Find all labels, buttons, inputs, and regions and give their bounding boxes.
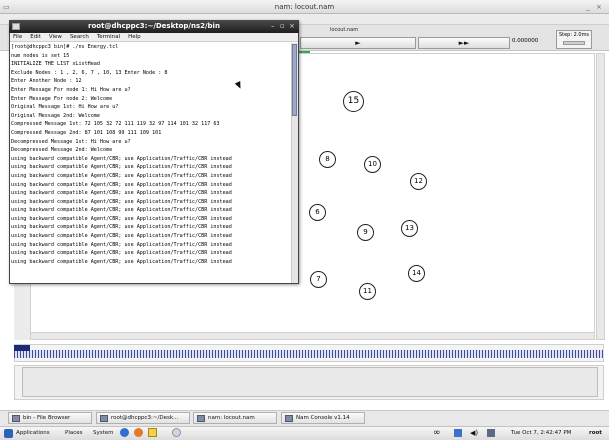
taskbar-item-nam[interactable]: nam: locout.nam xyxy=(193,412,277,424)
network-node[interactable]: 10 xyxy=(364,156,381,173)
terminal-line: Enter Message For node 2: Welcome xyxy=(11,95,113,102)
browser-icon[interactable] xyxy=(120,428,129,437)
taskbar-item-terminal[interactable]: root@dhcppc3:~/Desk... xyxy=(96,412,190,424)
terminal-scroll-thumb[interactable] xyxy=(292,44,297,116)
terminal-line: Exclude Nodes : 1 , 2, 6, 7 , 10, 13 Ent… xyxy=(11,69,168,76)
step-label: Step: 2.0ms xyxy=(558,32,590,38)
network-node[interactable]: 6 xyxy=(309,204,326,221)
annotation-list[interactable] xyxy=(22,367,598,397)
window-icon xyxy=(197,415,205,422)
terminal-line: Original Message 1st: Hi How are u? xyxy=(11,104,119,111)
display-icon[interactable] xyxy=(454,429,462,437)
terminal-line: using backward compatible Agent/CBR; use… xyxy=(11,250,232,257)
terminal-line: using backward compatible Agent/CBR; use… xyxy=(11,164,232,171)
menu-edit[interactable]: Edit xyxy=(30,34,41,40)
network-node[interactable]: 15 xyxy=(343,91,364,112)
step-slider[interactable] xyxy=(563,41,585,45)
canvas-horizontal-scrollbar[interactable] xyxy=(30,332,595,340)
terminal-line: using backward compatible Agent/CBR; use… xyxy=(11,233,232,240)
window-icon xyxy=(285,415,293,422)
terminal-line: using backward compatible Agent/CBR; use… xyxy=(11,172,232,179)
nam-file-label: locout.nam xyxy=(330,27,359,33)
terminal-line: using backward compatible Agent/CBR; use… xyxy=(11,198,232,205)
system-menu[interactable]: System xyxy=(93,426,114,440)
terminal-line: using backward compatible Agent/CBR; use… xyxy=(11,190,232,197)
terminal-line: Original Message 2nd: Welcome xyxy=(11,112,100,119)
terminal-line: using backward compatible Agent/CBR; use… xyxy=(11,215,232,222)
notes-icon[interactable] xyxy=(148,428,157,437)
network-node[interactable]: 14 xyxy=(408,265,425,282)
menu-search[interactable]: Search xyxy=(70,34,89,40)
terminal-line: INITIALIZE THE LIST xListHead xyxy=(11,61,100,68)
help-icon[interactable] xyxy=(172,428,181,437)
user-menu[interactable]: root xyxy=(589,426,602,440)
menu-terminal[interactable]: Terminal xyxy=(97,34,120,40)
terminal-line: Decompressed Message 1st: Hi How are u? xyxy=(11,138,131,145)
terminal-titlebar[interactable]: root@dhcppc3:~/Desktop/ns2/bin – ▫ × xyxy=(9,20,299,33)
menu-file[interactable]: File xyxy=(13,34,22,40)
updates-icon[interactable] xyxy=(487,429,495,437)
terminal-icon xyxy=(100,415,108,422)
terminal-line: using backward compatible Agent/CBR; use… xyxy=(11,258,232,265)
network-node[interactable]: 8 xyxy=(319,151,336,168)
minimize-icon[interactable]: _ xyxy=(586,0,590,14)
terminal-menubar: File Edit View Search Terminal Help xyxy=(10,33,298,42)
terminal-title: root@dhcppc3:~/Desktop/ns2/bin xyxy=(88,22,220,30)
applications-menu[interactable]: Applications xyxy=(16,426,50,440)
timeline-marker[interactable] xyxy=(14,345,30,351)
canvas-vertical-scrollbar[interactable] xyxy=(596,53,605,340)
network-icon[interactable]: ∞ xyxy=(433,426,441,440)
terminal-line: [root@dhcppc3 bin]# ./ns Energy.tcl xyxy=(11,44,119,50)
terminal-line: using backward compatible Agent/CBR; use… xyxy=(11,241,232,248)
folder-icon xyxy=(12,415,20,422)
terminal-line: using backward compatible Agent/CBR; use… xyxy=(11,181,232,188)
window-menu-icon[interactable]: ▭ xyxy=(3,0,10,14)
menu-view[interactable]: View xyxy=(49,34,62,40)
clock[interactable]: Tue Oct 7, 2:42:47 PM xyxy=(511,426,571,440)
terminal-minimize-icon[interactable]: – xyxy=(271,20,275,33)
terminal-line: using backward compatible Agent/CBR; use… xyxy=(11,224,232,231)
terminal-close-icon[interactable]: × xyxy=(289,20,295,33)
step-control[interactable]: Step: 2.0ms xyxy=(556,30,592,49)
terminal-line: Compressed Message 2nd: 87 101 108 99 11… xyxy=(11,129,162,136)
close-icon[interactable]: × xyxy=(596,0,602,14)
time-readout: 0.000000 xyxy=(512,38,539,44)
terminal-line: using backward compatible Agent/CBR; use… xyxy=(11,155,232,162)
distro-logo-icon xyxy=(4,429,13,438)
taskbar-item-file-browser[interactable]: bin - File Browser xyxy=(8,412,92,424)
terminal-line: using backward compatible Agent/CBR; use… xyxy=(11,207,232,214)
terminal-line: Compressed Message 1st: 72 105 32 72 111… xyxy=(11,121,220,128)
network-node[interactable]: 7 xyxy=(310,271,327,288)
menu-help[interactable]: Help xyxy=(128,34,141,40)
terminal-line: Enter Message For node 1: Hi How are u? xyxy=(11,86,131,93)
network-node[interactable]: 9 xyxy=(357,224,374,241)
places-menu[interactable]: Places xyxy=(65,426,83,440)
nam-title: nam: locout.nam xyxy=(274,3,335,11)
terminal-output[interactable]: [root@dhcppc3 bin]# ./ns Energy.tcl num n… xyxy=(11,43,291,283)
terminal-line: Enter Another Node : 12 xyxy=(11,78,82,85)
network-node[interactable]: 12 xyxy=(410,173,427,190)
terminal-line: Decompressed Message 2nd: Welcome xyxy=(11,147,113,154)
network-node[interactable]: 13 xyxy=(401,220,418,237)
email-icon[interactable] xyxy=(134,428,143,437)
nam-titlebar: nam: locout.nam ▭ _ × xyxy=(0,0,609,14)
timeline-ticks xyxy=(14,350,604,358)
volume-icon[interactable]: ◀) xyxy=(470,426,478,440)
terminal-icon xyxy=(12,23,20,30)
network-node[interactable]: 11 xyxy=(359,283,376,300)
play-button[interactable]: ► xyxy=(300,37,416,49)
taskbar-item-nam-console[interactable]: Nam Console v1.14 xyxy=(281,412,365,424)
fast-forward-button[interactable]: ►► xyxy=(418,37,510,49)
terminal-maximize-icon[interactable]: ▫ xyxy=(280,20,285,33)
terminal-line: num nodes is set 15 xyxy=(11,52,70,59)
